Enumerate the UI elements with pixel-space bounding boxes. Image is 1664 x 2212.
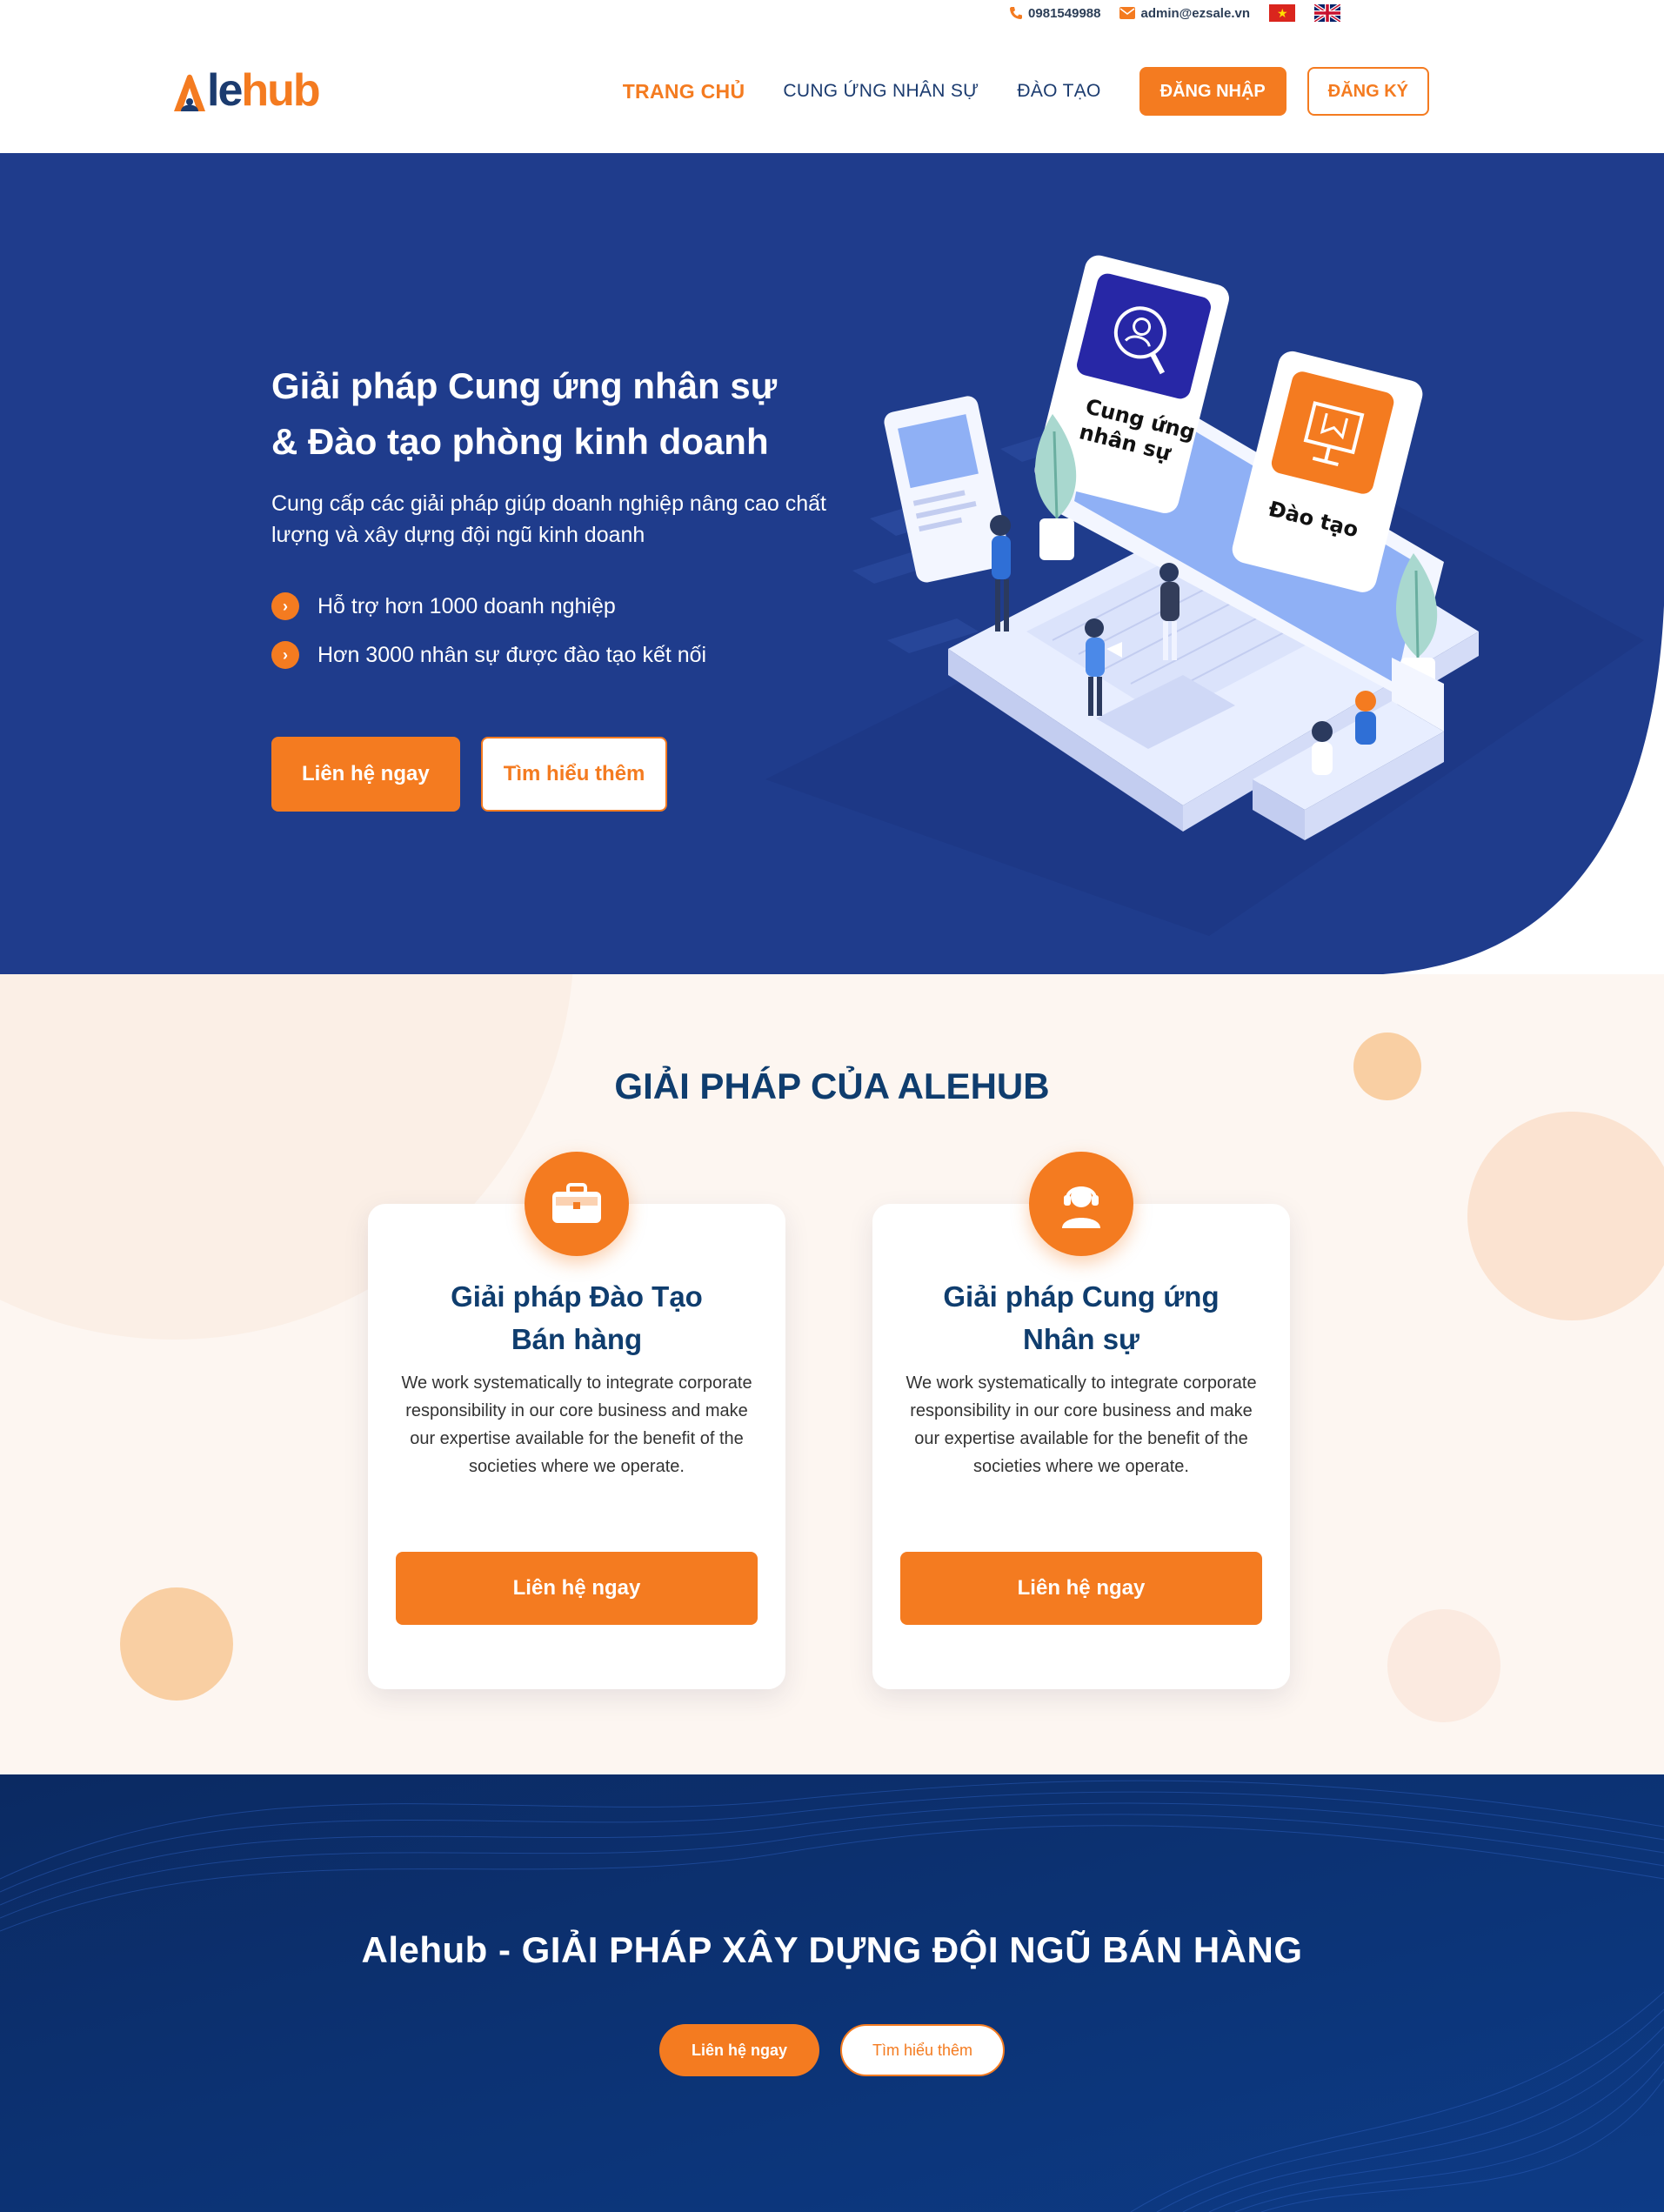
nav-training[interactable]: ĐÀO TẠO <box>1017 81 1100 102</box>
nav-staffing[interactable]: CUNG ỨNG NHÂN SỰ <box>783 81 979 102</box>
chevron-right-icon: › <box>271 641 299 669</box>
nav-home[interactable]: TRANG CHỦ <box>623 80 745 104</box>
logo-a-icon <box>174 74 205 111</box>
phone-icon <box>1010 7 1023 19</box>
card-title: Giải pháp Đào Tạo Bán hàng <box>368 1275 785 1360</box>
card-contact-button[interactable]: Liên hệ ngay <box>396 1552 758 1625</box>
solutions-section: GIẢI PHÁP CỦA ALEHUB Giải pháp Đào Tạo B… <box>0 974 1664 1774</box>
bg-circle <box>1387 1609 1500 1722</box>
logo-text-le: le <box>207 65 243 116</box>
phone-number: 0981549988 <box>1028 5 1101 21</box>
flag-uk-icon[interactable] <box>1314 4 1340 22</box>
hero-point: › Hơn 3000 nhân sự được đào tạo kết nối <box>271 641 706 669</box>
bg-circle <box>120 1587 233 1701</box>
mail-icon <box>1119 7 1136 19</box>
card-title-line2: Nhân sự <box>1023 1323 1139 1355</box>
hero-title-line2: & Đào tạo phòng kinh doanh <box>271 421 769 462</box>
briefcase-icon <box>525 1152 629 1256</box>
hero-buttons: Liên hệ ngay Tìm hiểu thêm <box>271 737 668 812</box>
register-button[interactable]: ĐĂNG KÝ <box>1306 67 1429 116</box>
card-title: Giải pháp Cung ứng Nhân sự <box>872 1275 1290 1360</box>
hero-title: Giải pháp Cung ứng nhân sự & Đào tạo phò… <box>271 358 777 470</box>
cta-buttons: Liên hệ ngay Tìm hiểu thêm <box>0 2024 1664 2076</box>
hero-illustration: Cung ứngnhân sự Đào tạo <box>884 255 1479 840</box>
support-agent-icon <box>1029 1152 1133 1256</box>
hero-point: › Hỗ trợ hơn 1000 doanh nghiệp <box>271 592 706 620</box>
email-address: admin@ezsale.vn <box>1140 5 1250 21</box>
hero-section: Giải pháp Cung ứng nhân sự & Đào tạo phò… <box>0 153 1664 974</box>
card-description: We work systematically to integrate corp… <box>401 1373 752 1476</box>
hero-learn-more-button[interactable]: Tìm hiểu thêm <box>480 737 668 812</box>
hero-point-text: Hỗ trợ hơn 1000 doanh nghiệp <box>317 593 616 618</box>
hero-points: › Hỗ trợ hơn 1000 doanh nghiệp › Hơn 300… <box>271 592 706 690</box>
cta-title: Alehub - GIẢI PHÁP XÂY DỰNG ĐỘI NGŨ BÁN … <box>361 1929 1303 1970</box>
logo-text-hub: hub <box>241 65 320 116</box>
phone-contact[interactable]: 0981549988 <box>1009 6 1100 21</box>
login-button[interactable]: ĐĂNG NHẬP <box>1139 67 1286 116</box>
bg-circle <box>1467 1112 1664 1320</box>
hero-point-text: Hơn 3000 nhân sự được đào tạo kết nối <box>317 642 707 667</box>
chevron-right-icon: › <box>271 592 299 620</box>
wave-pattern-background <box>0 1774 1664 2212</box>
card-contact-button[interactable]: Liên hệ ngay <box>900 1552 1262 1625</box>
site-header: le hub TRANG CHỦ CUNG ỨNG NHÂN SỰ ĐÀO TẠO… <box>0 30 1664 153</box>
solutions-title: GIẢI PHÁP CỦA ALEHUB <box>614 1066 1050 1106</box>
hero-title-line1: Giải pháp Cung ứng nhân sự <box>271 365 778 406</box>
card-title-line2: Bán hàng <box>511 1323 643 1355</box>
alehub-logo[interactable]: le hub <box>172 65 321 116</box>
solution-card-training: Giải pháp Đào Tạo Bán hàng We work syste… <box>368 1152 785 1689</box>
flag-vietnam-icon[interactable] <box>1269 4 1295 22</box>
main-nav: TRANG CHỦ CUNG ỨNG NHÂN SỰ ĐÀO TẠO ĐĂNG … <box>623 67 1429 116</box>
cta-learn-more-button[interactable]: Tìm hiểu thêm <box>839 2024 1006 2076</box>
contact-bar: 0981549988 admin@ezsale.vn <box>0 0 1664 30</box>
card-description: We work systematically to integrate corp… <box>906 1373 1257 1476</box>
cta-contact-button[interactable]: Liên hệ ngay <box>658 2024 819 2076</box>
hero-contact-button[interactable]: Liên hệ ngay <box>271 737 460 812</box>
email-contact[interactable]: admin@ezsale.vn <box>1119 6 1250 21</box>
hero-subtitle: Cung cấp các giải pháp giúp doanh nghiệp… <box>271 491 827 547</box>
card-title-line1: Giải pháp Cung ứng <box>943 1280 1220 1313</box>
solution-card-staffing: Giải pháp Cung ứng Nhân sự We work syste… <box>872 1152 1290 1689</box>
card-title-line1: Giải pháp Đào Tạo <box>451 1280 703 1313</box>
cta-section: Alehub - GIẢI PHÁP XÂY DỰNG ĐỘI NGŨ BÁN … <box>0 1774 1664 2212</box>
